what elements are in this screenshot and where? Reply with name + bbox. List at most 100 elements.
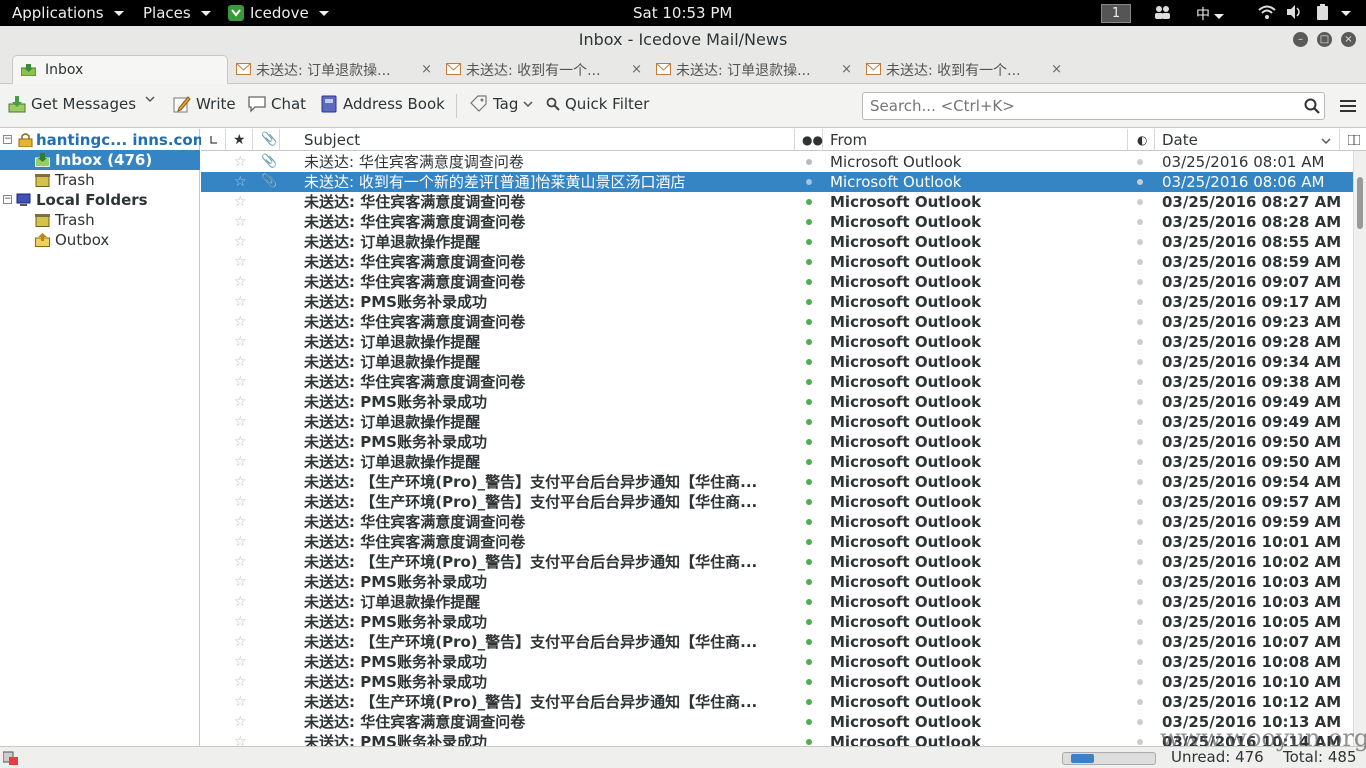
folder-local[interactable]: − Local Folders xyxy=(0,190,200,210)
read-column-header[interactable]: ●● xyxy=(795,129,823,151)
message-row[interactable]: ☆ 未送达: 华住宾客满意度调查问卷 Microsoft Outlook 03/25/… xyxy=(201,192,1353,212)
write-button[interactable]: Write xyxy=(173,95,236,113)
tab-message-4[interactable]: 未送达: 收到有一个... × xyxy=(858,55,1068,84)
star-icon[interactable]: ☆ xyxy=(234,252,247,272)
close-icon[interactable]: × xyxy=(841,62,852,77)
read-status-dot[interactable] xyxy=(806,599,812,605)
battery-icon[interactable] xyxy=(1316,4,1330,24)
read-status-dot[interactable] xyxy=(806,219,812,225)
clock[interactable]: Sat 10:53 PM xyxy=(633,4,732,22)
search-icon[interactable] xyxy=(1304,98,1320,114)
star-icon[interactable]: ☆ xyxy=(234,532,247,552)
star-icon[interactable]: ☆ xyxy=(234,712,247,732)
junk-status-dot[interactable] xyxy=(1137,459,1143,465)
star-icon[interactable]: ☆ xyxy=(234,432,247,452)
star-column-header[interactable]: ★ xyxy=(226,129,253,151)
message-row[interactable]: ☆ 未送达: 订单退款操作提醒 Microsoft Outlook 03/25/201… xyxy=(201,452,1353,472)
read-status-dot[interactable] xyxy=(806,579,812,585)
message-row[interactable]: ☆ 未送达: PMS账务补录成功 Microsoft Outlook 03/25/20… xyxy=(201,392,1353,412)
read-status-dot[interactable] xyxy=(806,459,812,465)
attachment-column-header[interactable]: 📎 xyxy=(253,129,280,151)
collapse-icon[interactable]: − xyxy=(3,135,12,144)
junk-status-dot[interactable] xyxy=(1137,579,1143,585)
system-menu-chevron[interactable] xyxy=(1337,4,1351,20)
message-row[interactable]: ☆ 未送达: 订单退款操作提醒 Microsoft Outlook 03/25/201… xyxy=(201,332,1353,352)
tab-message-2[interactable]: 未送达: 收到有一个... × xyxy=(438,55,648,84)
read-status-dot[interactable] xyxy=(806,639,812,645)
folder-account[interactable]: − hantingc... inns.com xyxy=(0,130,208,150)
chat-button[interactable]: Chat xyxy=(248,95,306,113)
message-row[interactable]: ☆ 未送达: 华住宾客满意度调查问卷 Microsoft Outlook 03/25/… xyxy=(201,212,1353,232)
message-row[interactable]: ☆ 未送达: PMS账务补录成功 Microsoft Outlook 03/25/20… xyxy=(201,292,1353,312)
read-status-dot[interactable] xyxy=(806,259,812,265)
subject-column-header[interactable]: Subject xyxy=(280,129,795,151)
close-icon[interactable]: × xyxy=(1051,62,1062,77)
message-row[interactable]: ☆ 未送达: 华住宾客满意度调查问卷 Microsoft Outlook 03/25/… xyxy=(201,252,1353,272)
message-row[interactable]: ☆ 未送达: 订单退款操作提醒 Microsoft Outlook 03/25/201… xyxy=(201,352,1353,372)
message-row[interactable]: ☆ 未送达: 华住宾客满意度调查问卷 Microsoft Outlook 03/25/… xyxy=(201,372,1353,392)
message-row[interactable]: ☆ 未送达: 华住宾客满意度调查问卷 Microsoft Outlook 03/25/… xyxy=(201,512,1353,532)
message-row[interactable]: ☆ 未送达: 【生产环境(Pro)_警告】支付平台后台异步通知【华住商... Mic… xyxy=(201,632,1353,652)
message-row[interactable]: ☆ 未送达: 订单退款操作提醒 Microsoft Outlook 03/25/201… xyxy=(201,232,1353,252)
message-row[interactable]: ☆ 未送达: 华住宾客满意度调查问卷 Microsoft Outlook 03/25/… xyxy=(201,532,1353,552)
star-icon[interactable]: ☆ xyxy=(234,472,247,492)
read-status-dot[interactable] xyxy=(806,279,812,285)
vertical-scrollbar[interactable] xyxy=(1353,151,1366,746)
junk-status-dot[interactable] xyxy=(1137,259,1143,265)
date-column-header[interactable]: Date xyxy=(1155,129,1340,151)
junk-status-dot[interactable] xyxy=(1137,159,1143,165)
message-row[interactable]: ☆ 未送达: 华住宾客满意度调查问卷 Microsoft Outlook 03/25/… xyxy=(201,312,1353,332)
folder-inbox[interactable]: Inbox (476) xyxy=(0,150,200,170)
read-status-dot[interactable] xyxy=(806,619,812,625)
read-status-dot[interactable] xyxy=(806,339,812,345)
star-icon[interactable]: ☆ xyxy=(234,672,247,692)
read-status-dot[interactable] xyxy=(806,499,812,505)
star-icon[interactable]: ☆ xyxy=(234,572,247,592)
read-status-dot[interactable] xyxy=(806,739,812,745)
junk-status-dot[interactable] xyxy=(1137,279,1143,285)
junk-status-dot[interactable] xyxy=(1137,419,1143,425)
search-input[interactable] xyxy=(862,92,1325,120)
read-status-dot[interactable] xyxy=(806,659,812,665)
message-row[interactable]: ☆ 未送达: 【生产环境(Pro)_警告】支付平台后台异步通知【华住商... Mic… xyxy=(201,472,1353,492)
star-icon[interactable]: ☆ xyxy=(234,632,247,652)
message-row[interactable]: ☆ 未送达: PMS账务补录成功 Microsoft Outlook 03/25/20… xyxy=(201,572,1353,592)
address-book-button[interactable]: Address Book xyxy=(320,95,445,113)
star-icon[interactable]: ☆ xyxy=(234,592,247,612)
star-icon[interactable]: ☆ xyxy=(234,192,247,212)
get-messages-dropdown[interactable] xyxy=(145,95,155,103)
read-status-dot[interactable] xyxy=(806,299,812,305)
read-status-dot[interactable] xyxy=(806,479,812,485)
from-column-header[interactable]: From xyxy=(823,129,1128,151)
read-status-dot[interactable] xyxy=(806,519,812,525)
junk-status-dot[interactable] xyxy=(1137,379,1143,385)
junk-status-dot[interactable] xyxy=(1137,639,1143,645)
close-icon[interactable]: × xyxy=(631,62,642,77)
tab-message-3[interactable]: 未送达: 订单退款操... × xyxy=(648,55,858,84)
read-status-dot[interactable] xyxy=(806,199,812,205)
junk-status-dot[interactable] xyxy=(1137,499,1143,505)
junk-status-dot[interactable] xyxy=(1137,559,1143,565)
message-row[interactable]: ☆ 📎 未送达: 华住宾客满意度调查问卷 Microsoft Outlook 03/25… xyxy=(201,152,1353,172)
offline-status-icon[interactable] xyxy=(3,750,19,766)
people-icon[interactable] xyxy=(1153,4,1171,24)
message-row[interactable]: ☆ 未送达: 【生产环境(Pro)_警告】支付平台后台异步通知【华住商... Mic… xyxy=(201,552,1353,572)
workspace-indicator[interactable]: 1 xyxy=(1101,4,1131,23)
thread-column-header[interactable] xyxy=(201,129,226,151)
star-icon[interactable]: ☆ xyxy=(234,732,247,746)
junk-status-dot[interactable] xyxy=(1137,399,1143,405)
star-icon[interactable]: ☆ xyxy=(234,292,247,312)
tab-inbox[interactable]: Inbox xyxy=(12,55,228,84)
star-icon[interactable]: ☆ xyxy=(234,412,247,432)
star-icon[interactable]: ☆ xyxy=(234,612,247,632)
star-icon[interactable]: ☆ xyxy=(234,312,247,332)
star-icon[interactable]: ☆ xyxy=(234,152,247,172)
star-icon[interactable]: ☆ xyxy=(234,452,247,472)
read-status-dot[interactable] xyxy=(806,179,812,185)
junk-status-dot[interactable] xyxy=(1137,519,1143,525)
message-row[interactable]: ☆ 未送达: 华住宾客满意度调查问卷 Microsoft Outlook 03/25/… xyxy=(201,272,1353,292)
read-status-dot[interactable] xyxy=(806,399,812,405)
read-status-dot[interactable] xyxy=(806,719,812,725)
junk-status-dot[interactable] xyxy=(1137,359,1143,365)
star-icon[interactable]: ☆ xyxy=(234,352,247,372)
